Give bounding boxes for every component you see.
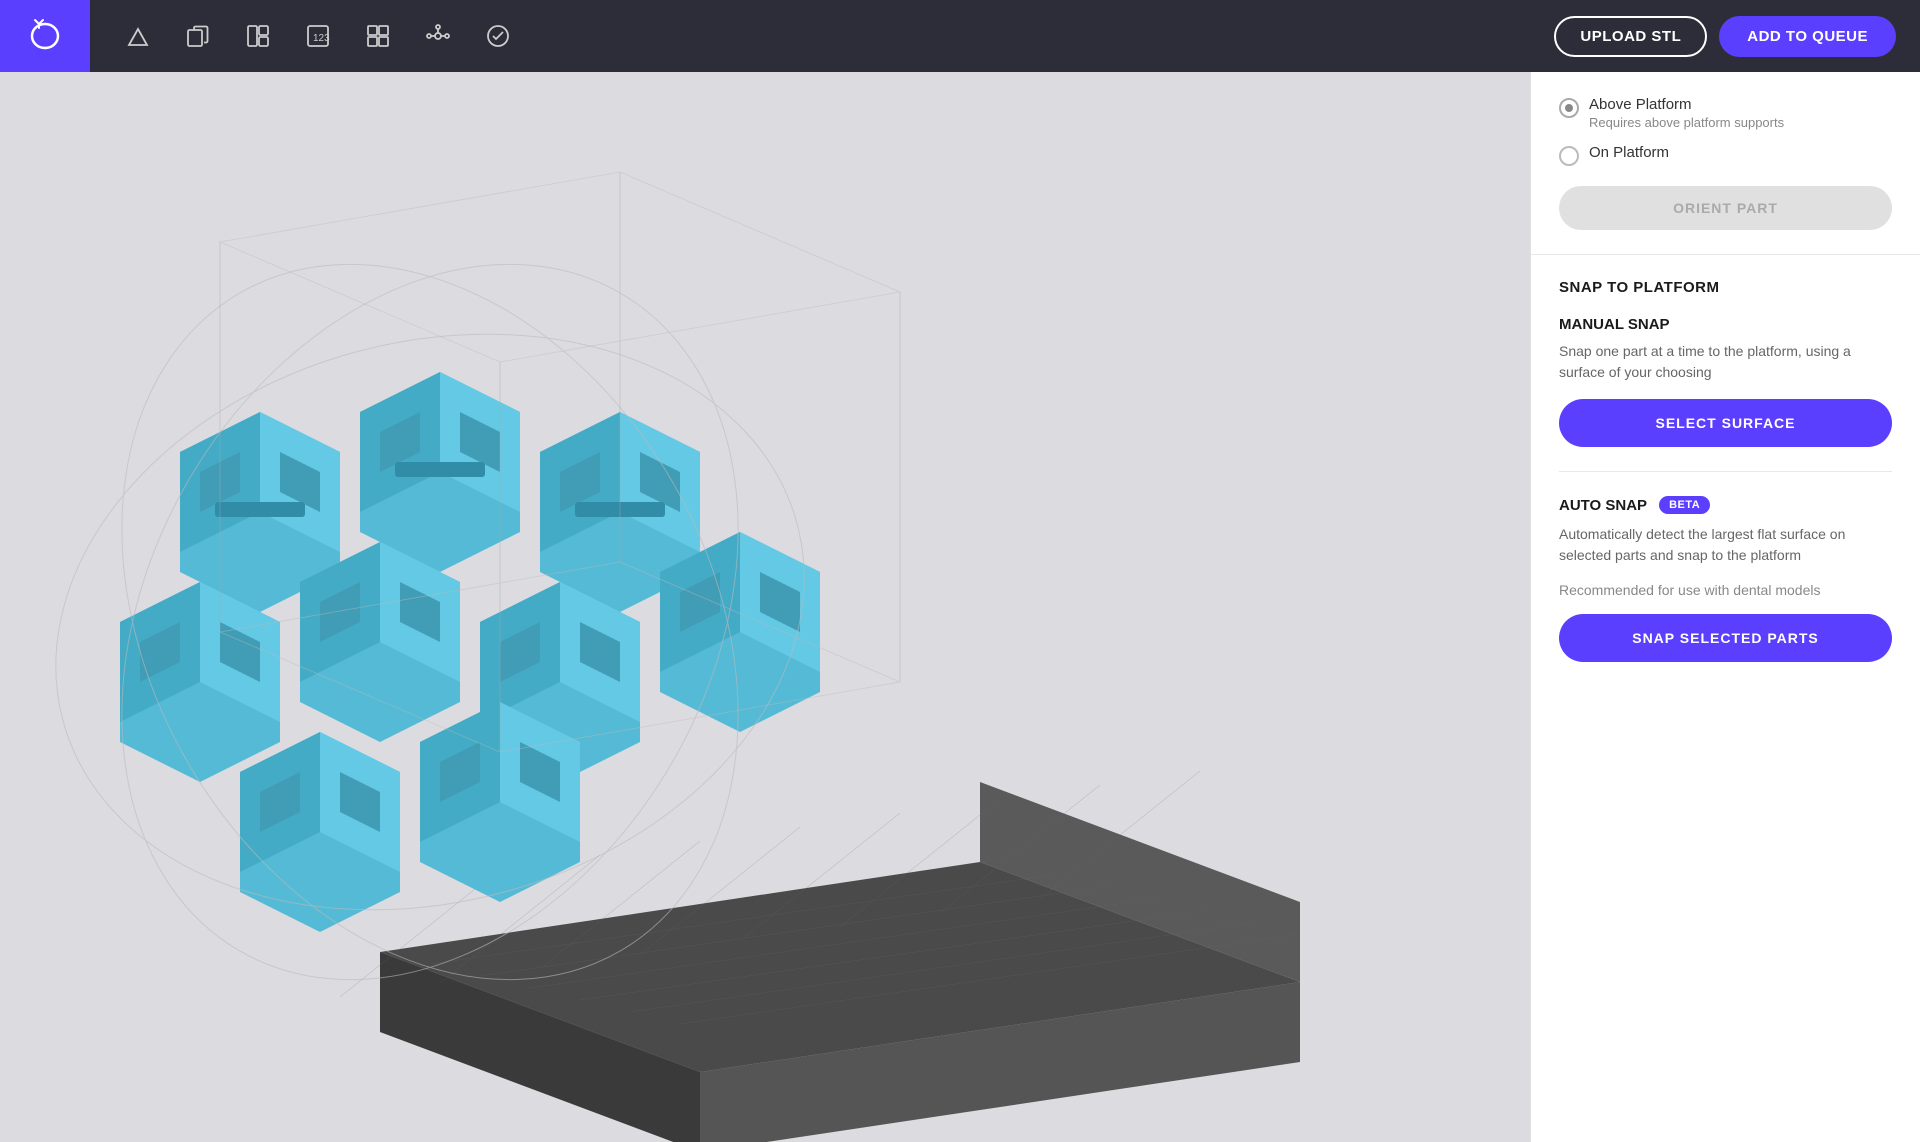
select-surface-button[interactable]: SELECT SURFACE [1559,399,1892,447]
platform-position-section: Above Platform Requires above platform s… [1531,72,1920,255]
above-platform-label: Above Platform [1589,96,1784,113]
logo-button[interactable] [0,0,90,72]
divider [1559,471,1892,472]
snap-to-platform-section: SNAP TO PLATFORM MANUAL SNAP Snap one pa… [1531,255,1920,710]
shapes-icon[interactable] [122,20,154,52]
above-platform-sublabel: Requires above platform supports [1589,115,1784,130]
orient-part-button[interactable]: ORIENT PART [1559,186,1892,230]
snap-to-platform-title: SNAP TO PLATFORM [1559,279,1892,296]
manual-snap-title: MANUAL SNAP [1559,316,1892,333]
snap-selected-parts-button[interactable]: SNAP SELECTED PARTS [1559,614,1892,662]
on-platform-radio[interactable] [1559,146,1579,166]
auto-snap-title: AUTO SNAP [1559,497,1647,514]
manual-snap-subsection: MANUAL SNAP Snap one part at a time to t… [1559,316,1892,447]
app-header: 123 [0,0,1920,72]
on-platform-label: On Platform [1589,144,1669,161]
auto-snap-extra-description: Recommended for use with dental models [1559,582,1892,598]
above-platform-radio[interactable] [1559,98,1579,118]
toolbar: 123 [90,20,1554,52]
check-icon[interactable] [482,20,514,52]
auto-snap-header: AUTO SNAP BETA [1559,496,1892,514]
numbering-icon[interactable]: 123 [302,20,334,52]
right-panel: Above Platform Requires above platform s… [1530,72,1920,1142]
copy-icon[interactable] [182,20,214,52]
above-platform-option[interactable]: Above Platform Requires above platform s… [1559,96,1892,130]
header-actions: UPLOAD STL ADD TO QUEUE [1554,16,1920,57]
svg-text:123: 123 [313,33,330,44]
add-to-queue-button[interactable]: ADD TO QUEUE [1719,16,1896,57]
auto-snap-description: Automatically detect the largest flat su… [1559,524,1892,566]
platform-position-options: Above Platform Requires above platform s… [1559,96,1892,166]
grid-icon[interactable] [362,20,394,52]
upload-stl-button[interactable]: UPLOAD STL [1554,16,1707,57]
layout-icon[interactable] [242,20,274,52]
3d-viewport[interactable] [0,72,1530,1142]
on-platform-option[interactable]: On Platform [1559,144,1892,166]
3d-scene[interactable] [0,72,1530,1142]
manual-snap-description: Snap one part at a time to the platform,… [1559,341,1892,383]
beta-badge: BETA [1659,496,1710,514]
connections-icon[interactable] [422,20,454,52]
auto-snap-subsection: AUTO SNAP BETA Automatically detect the … [1559,496,1892,662]
